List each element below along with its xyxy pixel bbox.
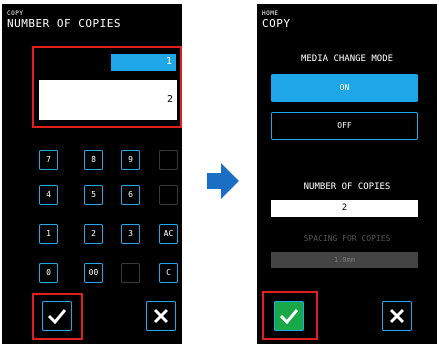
key-disabled [159,185,178,205]
check-icon [47,309,67,325]
key-9[interactable]: 9 [121,150,140,170]
spacing-for-copies-label: SPACING FOR COPIES [303,234,391,243]
key-0[interactable]: 0 [39,263,58,283]
key-disabled [159,150,178,170]
spacing-for-copies-field: 1.0mm [271,252,418,268]
arrow-right-icon [207,163,239,199]
left-screen: COPY NUMBER OF COPIES 1 2 7 8 9 4 5 6 1 … [2,4,182,344]
right-screen: HOME COPY MEDIA CHANGE MODE ON OFF NUMBE… [257,4,437,344]
key-disabled [121,263,140,283]
number-of-copies-field[interactable]: 2 [271,200,418,217]
confirm-button[interactable] [42,301,72,331]
page-title: COPY [262,17,291,30]
entry-value-field[interactable]: 2 [39,80,177,120]
breadcrumb: COPY [7,10,24,17]
media-change-mode-label: MEDIA CHANGE MODE [300,54,394,64]
close-icon [153,308,169,324]
cancel-button[interactable] [146,301,176,331]
key-4[interactable]: 4 [39,185,58,205]
current-value-field[interactable]: 1 [111,54,176,71]
key-3[interactable]: 3 [121,224,140,244]
breadcrumb: HOME [262,10,279,17]
key-clear[interactable]: C [159,263,178,283]
key-2[interactable]: 2 [84,224,103,244]
page-title: NUMBER OF COPIES [7,17,121,30]
key-5[interactable]: 5 [84,185,103,205]
media-change-off-button[interactable]: OFF [271,112,418,140]
close-icon [389,308,405,324]
number-of-copies-label: NUMBER OF COPIES [303,182,391,192]
cancel-button[interactable] [382,301,412,331]
check-icon [279,309,299,325]
key-1[interactable]: 1 [39,224,58,244]
key-8[interactable]: 8 [84,150,103,170]
media-change-on-button[interactable]: ON [271,74,418,102]
key-6[interactable]: 6 [121,185,140,205]
key-00[interactable]: 00 [84,263,103,283]
key-7[interactable]: 7 [39,150,58,170]
confirm-button[interactable] [274,301,304,331]
key-all-clear[interactable]: AC [159,224,178,244]
